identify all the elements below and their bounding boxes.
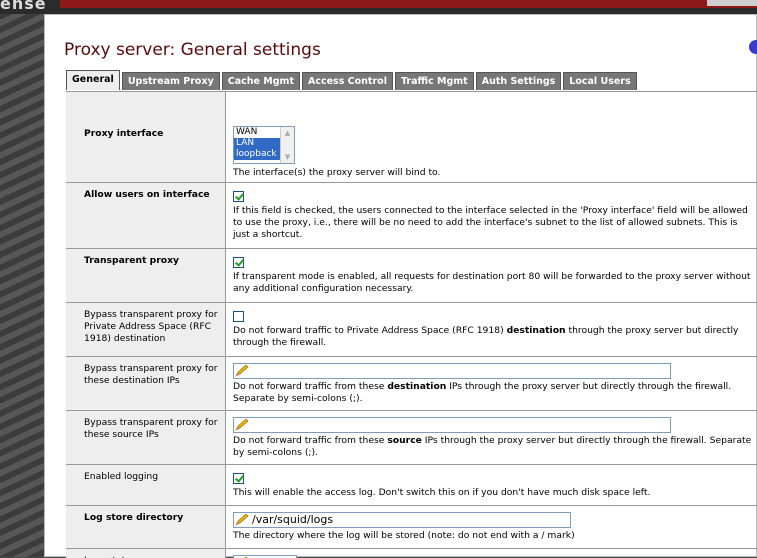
tab-upstream-proxy[interactable]: Upstream Proxy	[121, 72, 220, 90]
help-icon[interactable]	[749, 40, 757, 54]
bypass-src-input[interactable]	[233, 417, 671, 433]
desc-log-dir: The directory where the log will be stor…	[233, 530, 575, 541]
log-dir-input[interactable]: /var/squid/logs	[233, 512, 571, 528]
desc-bypass-src: Do not forward traffic from these source…	[233, 435, 752, 458]
row-bypass-src: Bypass transparent proxy for these sourc…	[66, 411, 757, 465]
tab-access-control[interactable]: Access Control	[302, 72, 393, 90]
label-logging: Enabled logging	[66, 465, 226, 505]
desc-bypass-dest: Do not forward traffic from these destin…	[233, 381, 732, 404]
page-title: Proxy server: General settings	[64, 40, 321, 60]
transparent-proxy-checkbox[interactable]	[233, 257, 244, 268]
settings-table: Proxy interface WAN LAN loopback ▲ ▼ The …	[66, 91, 757, 558]
option-loopback[interactable]: loopback	[234, 149, 280, 160]
banner-corner	[707, 0, 757, 6]
tab-cache-mgmt[interactable]: Cache Mgmt	[221, 72, 300, 90]
desc-allow-users: If this field is checked, the users conn…	[233, 205, 748, 240]
main-panel: Proxy server: General settings General U…	[44, 14, 757, 558]
logging-checkbox[interactable]	[233, 473, 244, 484]
tab-traffic-mgmt[interactable]: Traffic Mgmt	[394, 72, 474, 90]
proxy-interface-select[interactable]: WAN LAN loopback ▲ ▼	[233, 126, 295, 164]
listbox-scrollbar[interactable]: ▲ ▼	[280, 127, 294, 163]
banner-strip	[60, 0, 757, 8]
option-wan[interactable]: WAN	[234, 127, 280, 138]
bypass-dest-input[interactable]	[233, 363, 671, 379]
label-proxy-interface: Proxy interface	[66, 92, 226, 182]
label-bypass-src: Bypass transparent proxy for these sourc…	[66, 411, 226, 464]
pencil-icon	[235, 514, 249, 526]
desc-proxy-interface: The interface(s) the proxy server will b…	[233, 167, 441, 178]
row-logging: Enabled logging This will enable the acc…	[66, 465, 757, 506]
desc-logging: This will enable the access log. Don't s…	[233, 487, 651, 498]
row-bypass-private: Bypass transparent proxy for Private Add…	[66, 303, 757, 357]
desc-bypass-private: Do not forward traffic to Private Addres…	[233, 325, 739, 348]
top-banner: ense	[0, 0, 757, 14]
row-bypass-dest: Bypass transparent proxy for these desti…	[66, 357, 757, 411]
label-bypass-dest: Bypass transparent proxy for these desti…	[66, 357, 226, 410]
tab-general[interactable]: General	[66, 70, 120, 90]
label-bypass-private: Bypass transparent proxy for Private Add…	[66, 303, 226, 356]
pencil-icon	[235, 419, 249, 431]
row-proxy-interface: Proxy interface WAN LAN loopback ▲ ▼ The …	[66, 92, 757, 183]
row-log-dir: Log store directory /var/squid/logs The …	[66, 506, 757, 549]
label-allow-users: Allow users on interface	[66, 183, 226, 248]
logo: ense	[0, 0, 47, 13]
pencil-icon	[235, 365, 249, 377]
allow-users-checkbox[interactable]	[233, 191, 244, 202]
tab-bar: General Upstream Proxy Cache Mgmt Access…	[66, 70, 639, 90]
row-allow-users: Allow users on interface If this field i…	[66, 183, 757, 249]
desc-transparent-proxy: If transparent mode is enabled, all requ…	[233, 271, 751, 294]
row-transparent-proxy: Transparent proxy If transparent mode is…	[66, 249, 757, 303]
tab-local-users[interactable]: Local Users	[563, 72, 637, 90]
bypass-private-checkbox[interactable]	[233, 311, 244, 322]
label-transparent-proxy: Transparent proxy	[66, 249, 226, 302]
side-decoration	[0, 0, 44, 557]
label-log-dir: Log store directory	[66, 506, 226, 548]
option-lan[interactable]: LAN	[234, 138, 280, 149]
tab-auth-settings[interactable]: Auth Settings	[475, 72, 562, 90]
